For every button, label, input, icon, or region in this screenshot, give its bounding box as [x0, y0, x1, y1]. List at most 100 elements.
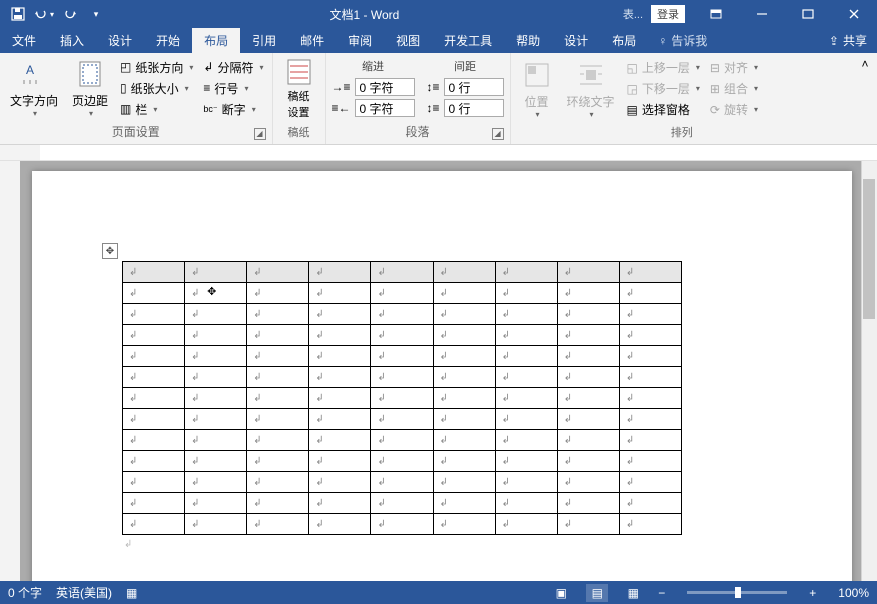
table-cell[interactable]: ↲: [123, 325, 185, 346]
table-cell[interactable]: ↲: [123, 430, 185, 451]
zoom-in-button[interactable]: +: [809, 586, 816, 600]
table-cell[interactable]: ↲: [123, 346, 185, 367]
spacing-after-input[interactable]: 0 行: [444, 99, 504, 117]
table-cell[interactable]: ↲: [309, 514, 371, 535]
table-cell[interactable]: ↲: [185, 409, 247, 430]
table-cell[interactable]: ↲: [185, 493, 247, 514]
table-cell[interactable]: ↲: [247, 388, 309, 409]
table-cell[interactable]: ↲: [433, 514, 495, 535]
vertical-scrollbar[interactable]: [861, 161, 877, 581]
wrap-text-button[interactable]: 环绕文字▾: [561, 56, 621, 122]
table-cell[interactable]: ↲: [247, 493, 309, 514]
table-cell[interactable]: ↲: [557, 493, 619, 514]
qat-customize[interactable]: ▾: [84, 2, 108, 26]
table-cell[interactable]: ↲: [433, 472, 495, 493]
table-cell[interactable]: ↲: [619, 451, 681, 472]
table-cell[interactable]: ↲: [433, 451, 495, 472]
table-cell[interactable]: ↲: [495, 514, 557, 535]
table-cell[interactable]: ↲: [495, 325, 557, 346]
table-cell[interactable]: ↲: [371, 283, 433, 304]
table-cell[interactable]: ↲: [619, 325, 681, 346]
table-cell[interactable]: ↲: [557, 472, 619, 493]
table-cell[interactable]: ↲: [309, 472, 371, 493]
paragraph-launcher[interactable]: ◢: [492, 128, 504, 140]
table-cell[interactable]: ↲: [557, 262, 619, 283]
table-cell[interactable]: ↲: [557, 325, 619, 346]
tab-references[interactable]: 引用: [240, 28, 288, 53]
table-cell[interactable]: ↲: [123, 493, 185, 514]
table-cell[interactable]: ↲: [185, 388, 247, 409]
table-cell[interactable]: ↲: [123, 451, 185, 472]
indent-right-input[interactable]: 0 字符: [355, 99, 415, 117]
table-cell[interactable]: ↲: [371, 493, 433, 514]
table-cell[interactable]: ↲: [247, 325, 309, 346]
table-cell[interactable]: ↲: [495, 493, 557, 514]
table-cell[interactable]: ↲: [433, 367, 495, 388]
table-cell[interactable]: ↲: [371, 388, 433, 409]
table-cell[interactable]: ↲: [619, 367, 681, 388]
table-cell[interactable]: ↲: [185, 325, 247, 346]
columns-button[interactable]: ▥栏▾: [116, 99, 197, 120]
collapse-ribbon-button[interactable]: ˄: [853, 53, 877, 144]
table-cell[interactable]: ↲: [371, 472, 433, 493]
zoom-slider-thumb[interactable]: [735, 587, 741, 598]
table-cell[interactable]: ↲: [309, 283, 371, 304]
table-cell[interactable]: ↲: [309, 388, 371, 409]
table-cell[interactable]: ↲: [247, 346, 309, 367]
table-cell[interactable]: ↲: [185, 367, 247, 388]
table-cell[interactable]: ↲: [309, 262, 371, 283]
table-cell[interactable]: ↲: [557, 409, 619, 430]
breaks-button[interactable]: ↲分隔符▾: [199, 57, 267, 78]
table-cell[interactable]: ↲: [433, 325, 495, 346]
table-cell[interactable]: ↲: [433, 283, 495, 304]
table-cell[interactable]: ↲: [247, 451, 309, 472]
table-cell[interactable]: ↲: [185, 430, 247, 451]
table-cell[interactable]: ↲: [309, 367, 371, 388]
table-cell[interactable]: ↲: [619, 283, 681, 304]
position-button[interactable]: 位置▾: [515, 56, 559, 122]
table-cell[interactable]: ↲: [371, 430, 433, 451]
table-cell[interactable]: ↲: [371, 346, 433, 367]
table-cell[interactable]: ↲: [433, 262, 495, 283]
login-button[interactable]: 登录: [651, 5, 685, 23]
table-cell[interactable]: ↲: [309, 409, 371, 430]
spacing-before-input[interactable]: 0 行: [444, 78, 504, 96]
language-status[interactable]: 英语(美国): [56, 584, 112, 601]
web-layout-button[interactable]: ▦: [622, 584, 644, 602]
table-cell[interactable]: ↲: [495, 409, 557, 430]
table-cell[interactable]: ↲: [247, 409, 309, 430]
tab-design[interactable]: 设计: [96, 28, 144, 53]
print-layout-button[interactable]: ▤: [586, 584, 608, 602]
table-cell[interactable]: ↲: [619, 493, 681, 514]
table-cell[interactable]: ↲: [557, 283, 619, 304]
table-cell[interactable]: ↲: [309, 451, 371, 472]
table-cell[interactable]: ↲: [247, 430, 309, 451]
table-cell[interactable]: ↲: [309, 304, 371, 325]
page-setup-launcher[interactable]: ◢: [254, 128, 266, 140]
table-cell[interactable]: ↲: [309, 346, 371, 367]
orientation-button[interactable]: ◰纸张方向▾: [116, 57, 197, 78]
zoom-out-button[interactable]: −: [658, 586, 665, 600]
table-cell[interactable]: ↲: [433, 409, 495, 430]
table-cell[interactable]: ↲: [619, 388, 681, 409]
table-cell[interactable]: ↲: [247, 304, 309, 325]
table-cell[interactable]: ↲: [185, 346, 247, 367]
table-cell[interactable]: ↲: [123, 304, 185, 325]
table-cell[interactable]: ↲: [495, 346, 557, 367]
table-cell[interactable]: ↲: [619, 262, 681, 283]
table-cell[interactable]: ↲: [123, 367, 185, 388]
redo-button[interactable]: [58, 2, 82, 26]
tab-insert[interactable]: 插入: [48, 28, 96, 53]
table-cell[interactable]: ↲: [309, 430, 371, 451]
table-cell[interactable]: ↲: [433, 493, 495, 514]
table-cell[interactable]: ↲: [619, 430, 681, 451]
tab-home[interactable]: 开始: [144, 28, 192, 53]
table-cell[interactable]: ↲: [185, 262, 247, 283]
maximize-button[interactable]: [785, 0, 831, 28]
table-cell[interactable]: ↲: [371, 514, 433, 535]
table-cell[interactable]: ↲: [371, 409, 433, 430]
table-cell[interactable]: ↲: [371, 325, 433, 346]
table-cell[interactable]: ↲: [495, 304, 557, 325]
table-cell[interactable]: ↲: [247, 514, 309, 535]
table-cell[interactable]: ↲: [619, 514, 681, 535]
